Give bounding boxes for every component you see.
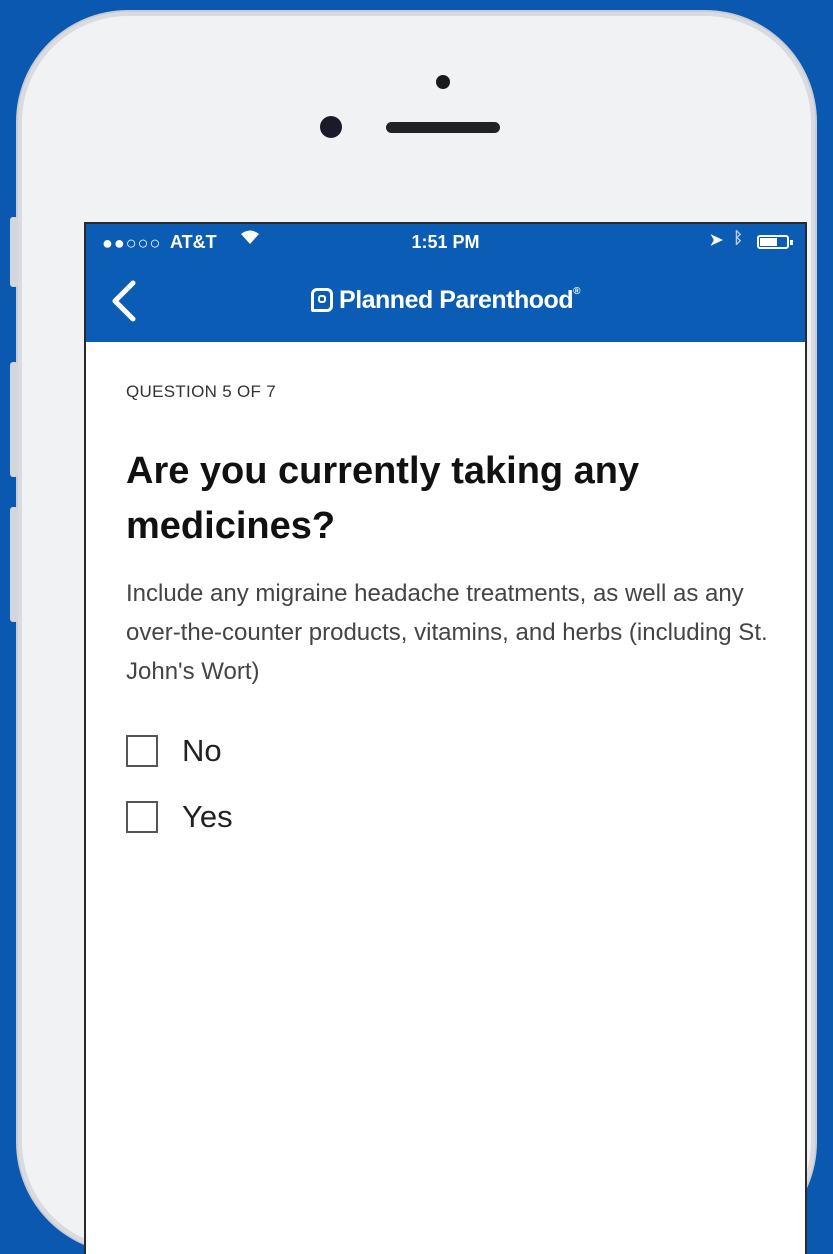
battery-icon	[757, 235, 793, 249]
question-content: QUESTION 5 OF 7 Are you currently taking…	[86, 382, 805, 835]
question-description: Include any migraine headache treatments…	[126, 580, 768, 685]
bluetooth-icon: ᛒ	[733, 230, 743, 247]
volume-down-button	[10, 507, 18, 622]
question-title: Are you currently taking any medicines?	[126, 450, 640, 547]
option-no-label: No	[182, 733, 222, 768]
trademark-mark: ®	[573, 286, 580, 297]
planned-parenthood-logo-icon	[311, 288, 334, 312]
phone-screen: ●●○○○ AT&T 1:51 PM ➤ ᛒ Planned Parenthoo…	[84, 222, 807, 1254]
proximity-sensor	[436, 75, 450, 89]
brand-title: Planned Parenthood®	[86, 286, 805, 315]
volume-up-button	[10, 362, 18, 477]
brand-name: Planned Parenthood	[339, 286, 574, 314]
phone-frame: ●●○○○ AT&T 1:51 PM ➤ ᛒ Planned Parenthoo…	[10, 12, 815, 1254]
mute-switch	[10, 217, 18, 287]
checkbox-yes[interactable]	[126, 801, 158, 833]
option-yes-label: Yes	[182, 799, 233, 834]
location-arrow-icon: ➤	[709, 232, 723, 249]
checkbox-no[interactable]	[126, 735, 158, 767]
status-bar: ●●○○○ AT&T 1:51 PM ➤ ᛒ	[86, 224, 805, 260]
earpiece-speaker	[386, 122, 500, 133]
nav-bar: Planned Parenthood®	[86, 260, 805, 342]
question-counter: QUESTION 5 OF 7	[126, 382, 276, 401]
option-yes[interactable]: Yes	[126, 799, 765, 835]
front-camera	[320, 116, 342, 138]
status-time: 1:51 PM	[411, 232, 480, 252]
option-no[interactable]: No	[126, 733, 765, 769]
